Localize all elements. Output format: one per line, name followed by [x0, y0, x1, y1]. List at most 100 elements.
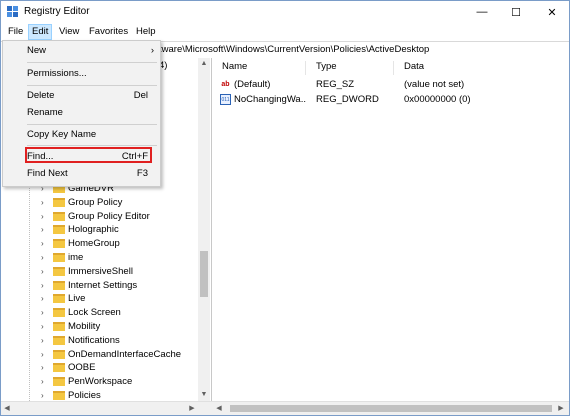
menu-file[interactable]: File	[5, 25, 26, 39]
horizontal-scrollbar[interactable]: ◀ ▶ ◀ ▶	[1, 401, 569, 415]
tree-item[interactable]: › Mobility	[1, 320, 197, 334]
string-value-icon: ab	[221, 81, 230, 88]
tree-item-label: HomeGroup	[68, 238, 120, 250]
column-header-type[interactable]: Type	[306, 61, 394, 75]
folder-icon	[53, 377, 65, 387]
maximize-button[interactable]: ☐	[499, 1, 533, 23]
value-row[interactable]: 011 NoChangingWa... REG_DWORD 0x00000000…	[212, 93, 569, 107]
tree-item[interactable]: › ime	[1, 251, 197, 265]
expand-chevron-icon[interactable]: ›	[41, 350, 44, 359]
minimize-button[interactable]: —	[465, 1, 499, 23]
expand-chevron-icon[interactable]: ›	[41, 281, 44, 290]
menu-favorites[interactable]: Favorites	[86, 25, 131, 39]
column-header-data[interactable]: Data	[394, 61, 569, 75]
menu-separator	[27, 62, 157, 63]
scroll-thumb[interactable]	[200, 251, 208, 297]
tree-item[interactable]: › Lock Screen	[1, 306, 197, 320]
tree-item[interactable]: › Internet Settings	[1, 279, 197, 293]
submenu-arrow-icon: ›	[150, 45, 154, 56]
expand-chevron-icon[interactable]: ›	[41, 336, 44, 345]
expand-chevron-icon[interactable]: ›	[41, 253, 44, 262]
menu-item-label: New	[27, 45, 47, 56]
value-data: 0x00000000 (0)	[404, 94, 471, 105]
address-path[interactable]: tware\Microsoft\Windows\CurrentVersion\P…	[159, 44, 429, 55]
expand-chevron-icon[interactable]: ›	[41, 377, 44, 386]
tree-item-label: ImmersiveShell	[68, 265, 133, 277]
tree-item-label: Lock Screen	[68, 307, 121, 319]
tree-item-label: Live	[68, 293, 86, 305]
title-bar[interactable]: Registry Editor — ☐ ✕	[1, 1, 569, 23]
expand-chevron-icon[interactable]: ›	[41, 391, 44, 400]
menu-separator	[27, 145, 157, 146]
scroll-left-arrow-icon[interactable]: ◀	[1, 402, 13, 415]
menu-item-label: Copy Key Name	[27, 129, 97, 140]
menu-item-new[interactable]: New ›	[3, 43, 160, 59]
expand-chevron-icon[interactable]: ›	[41, 225, 44, 234]
expand-chevron-icon[interactable]: ›	[41, 239, 44, 248]
tree-item-label: OOBE	[68, 362, 96, 374]
expand-chevron-icon[interactable]: ›	[41, 294, 44, 303]
expand-chevron-icon[interactable]: ›	[41, 267, 44, 276]
registry-editor-icon	[7, 6, 18, 17]
value-type: REG_DWORD	[316, 94, 379, 105]
tree-item-label: ime	[68, 252, 84, 263]
tree-item[interactable]: › HomeGroup	[1, 237, 197, 251]
close-button[interactable]: ✕	[535, 1, 569, 23]
expand-chevron-icon[interactable]: ›	[41, 212, 44, 221]
tree-item-label: Notifications	[68, 334, 120, 346]
tree-item-label: Group Policy Editor	[68, 210, 150, 222]
tree-item[interactable]: › Policies	[1, 389, 197, 401]
dword-value-icon: 011	[220, 94, 231, 105]
value-name: (Default)	[234, 79, 271, 90]
scroll-left-arrow-icon[interactable]: ◀	[213, 402, 225, 415]
menu-item-copy-key-name[interactable]: Copy Key Name	[3, 127, 160, 143]
expand-chevron-icon[interactable]: ›	[41, 198, 44, 207]
folder-icon	[53, 349, 65, 359]
tree-vertical-scrollbar[interactable]: ▲ ▼	[198, 58, 210, 401]
folder-icon	[53, 280, 65, 290]
expand-chevron-icon[interactable]: ›	[41, 363, 44, 372]
menu-item-find-next[interactable]: Find Next F3	[3, 166, 160, 182]
value-type: REG_SZ	[316, 79, 355, 90]
folder-icon	[53, 239, 65, 249]
menu-item-shortcut: Del	[133, 90, 148, 101]
tree-item[interactable]: › PenWorkspace	[1, 375, 197, 389]
tree-item[interactable]: › Live	[1, 292, 197, 306]
folder-icon	[53, 335, 65, 345]
edit-menu-dropdown: New › Permissions... Delete Del Rename C…	[2, 40, 161, 187]
scroll-thumb[interactable]	[230, 405, 552, 412]
find-highlight-box	[25, 147, 152, 163]
menu-view[interactable]: View	[56, 25, 82, 39]
menu-separator	[27, 124, 157, 125]
folder-icon	[53, 211, 65, 221]
tree-item[interactable]: › Holographic	[1, 223, 197, 237]
menu-bar: File Edit View Favorites Help	[1, 23, 569, 41]
tree-item[interactable]: › Group Policy	[1, 196, 197, 210]
menu-item-rename[interactable]: Rename	[3, 105, 160, 121]
tree-item[interactable]: › OOBE	[1, 361, 197, 375]
menu-item-label: Rename	[27, 107, 63, 118]
scroll-right-arrow-icon[interactable]: ▶	[555, 402, 567, 415]
menu-item-label: Delete	[27, 90, 55, 101]
menu-item-permissions[interactable]: Permissions...	[3, 66, 160, 82]
expand-chevron-icon[interactable]: ›	[41, 322, 44, 331]
folder-icon	[53, 322, 65, 331]
tree-item[interactable]: › OnDemandInterfaceCache	[1, 348, 197, 362]
value-row[interactable]: ab (Default) REG_SZ (value not set)	[212, 78, 569, 92]
column-header-name[interactable]: Name	[212, 61, 306, 75]
tree-item[interactable]: › Notifications	[1, 334, 197, 348]
scroll-down-arrow-icon[interactable]: ▼	[198, 389, 210, 401]
expand-chevron-icon[interactable]: ›	[41, 308, 44, 317]
tree-item-label: Internet Settings	[68, 279, 138, 291]
tree-item[interactable]: › Group Policy Editor	[1, 210, 197, 224]
scroll-up-arrow-icon[interactable]: ▲	[198, 58, 210, 70]
menu-separator	[27, 85, 157, 86]
values-pane[interactable]: Name Type Data ab (Default) REG_SZ (valu…	[212, 58, 569, 401]
menu-help[interactable]: Help	[133, 25, 159, 39]
tree-item-label: Mobility	[68, 321, 101, 332]
menu-edit[interactable]: Edit	[28, 24, 53, 40]
tree-item[interactable]: › ImmersiveShell	[1, 265, 197, 279]
scroll-right-arrow-icon[interactable]: ▶	[186, 402, 198, 415]
tree-item-label: Policies	[68, 390, 101, 401]
menu-item-delete[interactable]: Delete Del	[3, 88, 160, 104]
